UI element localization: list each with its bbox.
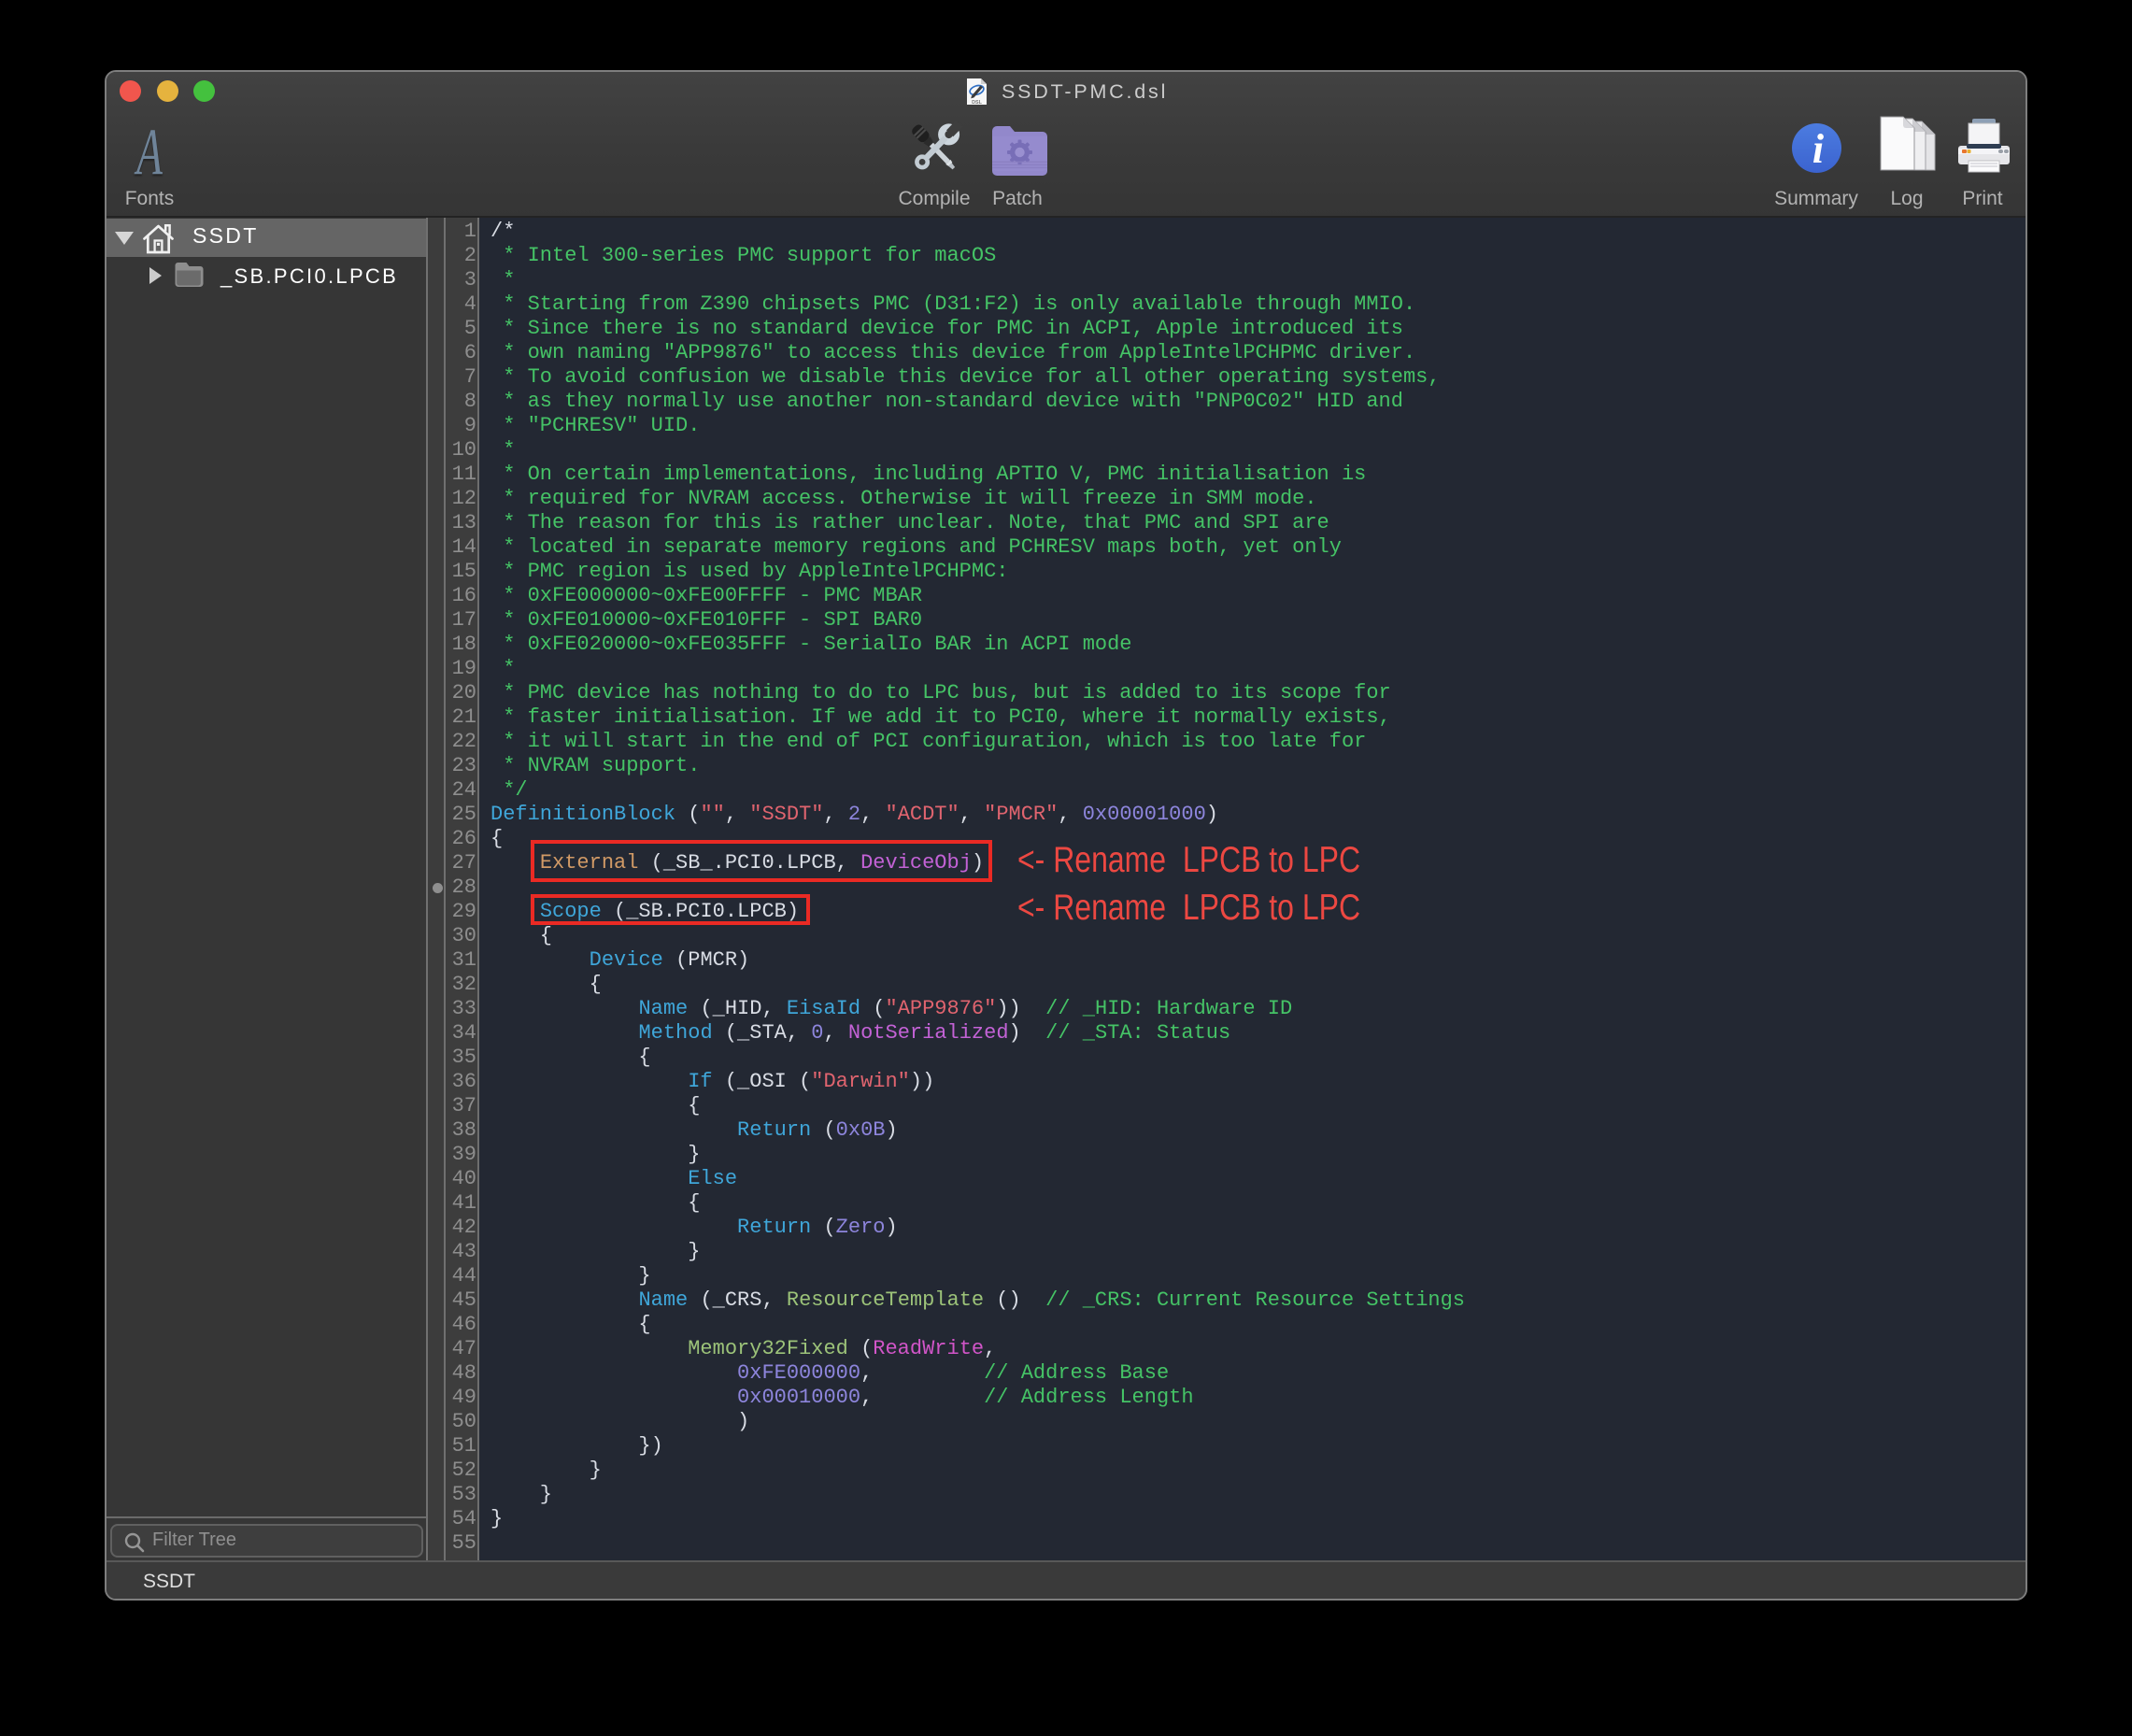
svg-text:i: i — [1812, 126, 1825, 172]
svg-text:DSL: DSL — [972, 100, 982, 106]
